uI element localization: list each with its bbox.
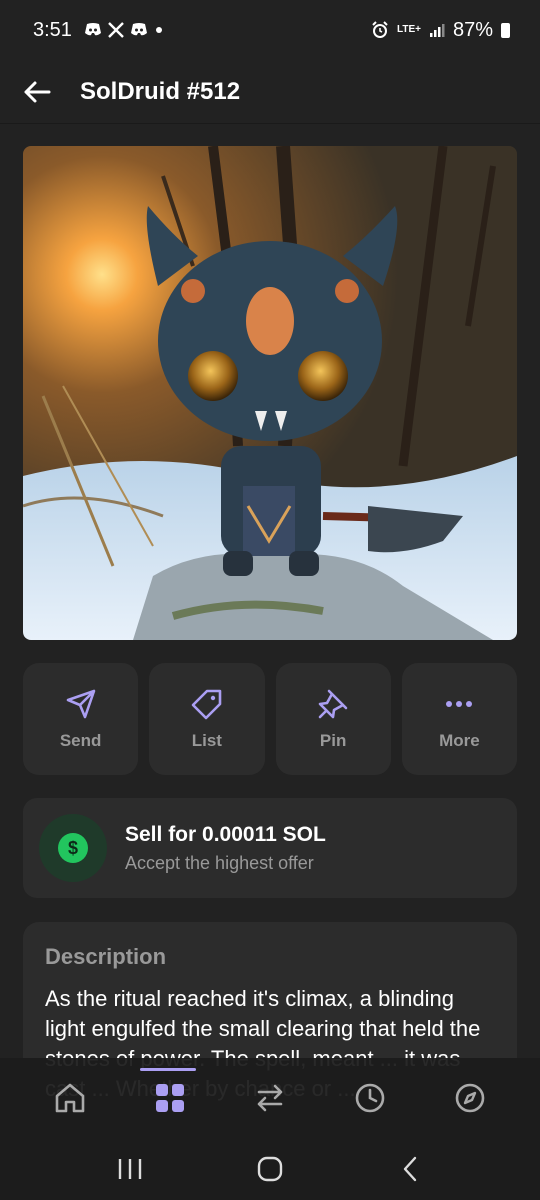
dollar-icon-wrap: $ [39, 814, 107, 882]
list-button[interactable]: List [149, 663, 265, 775]
pin-label: Pin [319, 731, 347, 750]
compass-icon [455, 1083, 485, 1113]
recent-apps-button[interactable] [100, 1144, 160, 1194]
page-title: SolDruid #512 [80, 77, 241, 105]
alarm-icon [372, 21, 388, 38]
send-label: Send [59, 731, 102, 750]
list-label: List [191, 731, 222, 750]
sell-title: Sell for 0.00011 SOL [125, 822, 326, 846]
discord-icon [84, 23, 101, 36]
back-chevron-icon [403, 1156, 417, 1182]
system-nav-bar [0, 1138, 540, 1200]
home-button[interactable] [240, 1144, 300, 1194]
nav-activity[interactable] [340, 1068, 400, 1128]
x-icon [108, 22, 124, 38]
back-arrow-icon [24, 81, 51, 102]
network-type: LTE+ [396, 24, 421, 35]
swap-icon [257, 1084, 283, 1112]
sell-subtitle: Accept the highest offer [125, 852, 314, 873]
action-buttons: Send List Pin More [23, 663, 517, 775]
back-nav-button[interactable] [380, 1144, 440, 1194]
nav-swap[interactable] [240, 1068, 300, 1128]
discord-icon [130, 23, 147, 36]
nav-explore[interactable] [440, 1068, 500, 1128]
grid-icon [156, 1084, 184, 1112]
status-bar: 3:51 LTE+ 87% [0, 0, 540, 60]
pin-button[interactable]: Pin [275, 663, 391, 775]
nft-image[interactable] [23, 146, 517, 640]
battery-percent: 87% [452, 18, 493, 41]
sell-text: Sell for 0.00011 SOL Accept the highest … [125, 823, 326, 874]
nav-collectibles[interactable] [140, 1068, 200, 1128]
dollar-icon: $ [58, 833, 88, 863]
recent-apps-icon [118, 1159, 142, 1179]
more-label: More [439, 731, 480, 750]
notification-icons [84, 22, 164, 38]
signal-icon [429, 24, 445, 37]
active-tab-indicator [140, 1068, 196, 1071]
status-right: LTE+ 87% [371, 19, 510, 42]
header: SolDruid #512 [0, 60, 540, 124]
description-heading: Description [45, 944, 167, 969]
pin-icon [318, 689, 348, 719]
tag-icon [191, 689, 222, 720]
home-icon [55, 1083, 85, 1113]
send-icon [66, 689, 95, 719]
battery-icon [501, 22, 510, 38]
dot-icon [155, 27, 162, 33]
more-button[interactable]: More [401, 663, 517, 775]
sell-offer-card[interactable]: $ Sell for 0.00011 SOL Accept the highes… [23, 798, 517, 898]
home-circle-icon [257, 1156, 283, 1182]
status-time: 3:51 [33, 18, 72, 41]
bottom-nav [0, 1058, 540, 1138]
more-icon [446, 701, 473, 707]
send-button[interactable]: Send [23, 663, 139, 775]
nav-home[interactable] [40, 1068, 100, 1128]
back-button[interactable] [22, 77, 52, 107]
clock-icon [355, 1083, 385, 1113]
